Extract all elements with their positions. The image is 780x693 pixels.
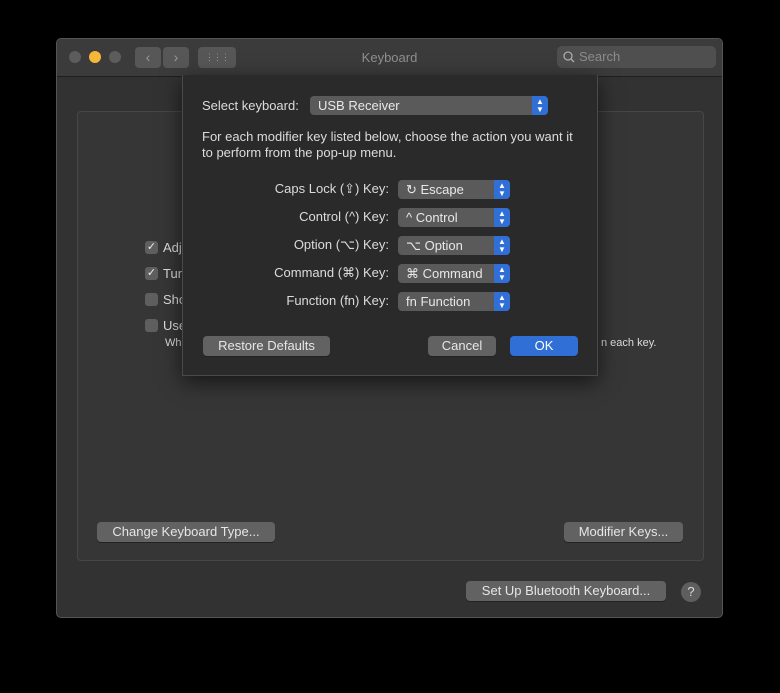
restore-defaults-button[interactable]: Restore Defaults [203,336,330,356]
title-bar: ‹ › ⋮⋮⋮ Keyboard Search [57,39,722,77]
ok-button[interactable]: OK [510,336,578,356]
select-keyboard-value: USB Receiver [318,98,400,113]
chevron-updown-icon: ▲ ▼ [494,264,510,283]
select-keyboard-label: Select keyboard: [202,98,299,113]
control-label: Control (^) Key: [299,209,389,224]
search-icon [563,51,575,63]
command-label: Command (⌘) Key: [274,265,389,280]
option-label: Option (⌥) Key: [293,237,389,252]
chevron-updown-icon: ▲ ▼ [494,208,510,227]
control-value: ^ Control [406,210,458,225]
caps-lock-label: Caps Lock (⇪) Key: [274,181,389,196]
checkbox-2[interactable]: ✓ [145,267,158,280]
chevron-updown-icon: ▲ ▼ [532,96,548,115]
modifier-keys-sheet: Select keyboard: USB Receiver ▲ ▼ For eac… [182,75,598,376]
hint-text-right: n each key. [601,337,657,349]
hint-text-left: Wh [165,337,182,349]
option-value: ⌥ Option [406,238,463,253]
control-popup[interactable]: ^ Control ▲ ▼ [398,208,510,227]
search-input[interactable]: Search [557,46,716,68]
checkbox-1[interactable]: ✓ [145,241,158,254]
checkbox-1-label: Adj [163,240,182,255]
function-popup[interactable]: fn Function ▲ ▼ [398,292,510,311]
chevron-updown-icon: ▲ ▼ [494,236,510,255]
search-placeholder: Search [579,49,621,64]
function-label: Function (fn) Key: [286,293,389,308]
chevron-updown-icon: ▲ ▼ [494,180,510,199]
checkbox-4[interactable] [145,319,158,332]
checkbox-3[interactable] [145,293,158,306]
checkbox-2-label: Tur [163,266,183,281]
select-keyboard-popup[interactable]: USB Receiver ▲ ▼ [310,96,548,115]
set-up-bluetooth-keyboard-button[interactable]: Set Up Bluetooth Keyboard... [466,581,666,601]
help-button[interactable]: ? [681,582,701,602]
change-keyboard-type-button[interactable]: Change Keyboard Type... [97,522,275,542]
description-text: For each modifier key listed below, choo… [202,129,573,160]
modifier-keys-button[interactable]: Modifier Keys... [564,522,683,542]
option-popup[interactable]: ⌥ Option ▲ ▼ [398,236,510,255]
command-popup[interactable]: ⌘ Command ▲ ▼ [398,264,510,283]
caps-lock-value: ↻ Escape [406,182,464,197]
chevron-updown-icon: ▲ ▼ [494,292,510,311]
cancel-button[interactable]: Cancel [428,336,496,356]
function-value: fn Function [406,294,471,309]
caps-lock-popup[interactable]: ↻ Escape ▲ ▼ [398,180,510,199]
command-value: ⌘ Command [406,266,483,281]
